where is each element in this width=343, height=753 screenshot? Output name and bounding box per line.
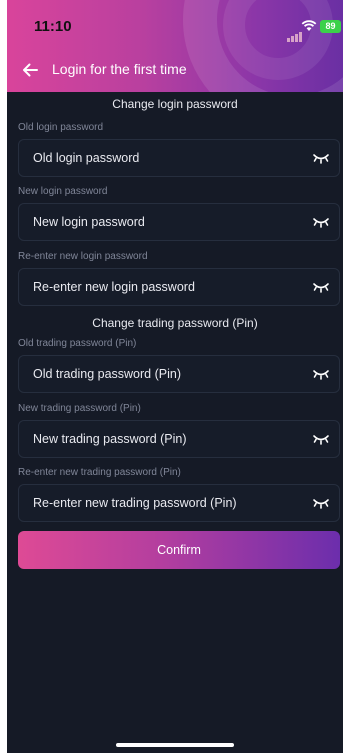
old-login-password-label: Old login password [18, 122, 104, 133]
reenter-trading-password-field [18, 484, 340, 522]
new-login-password-input[interactable] [19, 204, 339, 240]
reenter-login-password-field [18, 268, 340, 306]
new-trading-password-input[interactable] [19, 421, 339, 457]
reenter-trading-password-label: Re-enter new trading password (Pin) [18, 467, 181, 478]
reenter-login-password-label: Re-enter new login password [18, 251, 148, 262]
home-indicator[interactable] [116, 743, 234, 747]
page-title: Login for the first time [52, 61, 187, 77]
new-login-password-field [18, 203, 340, 241]
eye-closed-icon[interactable] [312, 432, 330, 446]
old-trading-password-field [18, 355, 340, 393]
nav-bar: Login for the first time [7, 55, 343, 85]
eye-closed-icon[interactable] [312, 151, 330, 165]
status-bar: 11:10 89 [7, 0, 343, 50]
new-login-password-label: New login password [18, 186, 108, 197]
eye-closed-icon[interactable] [312, 367, 330, 381]
arrow-left-icon[interactable] [19, 59, 41, 81]
eye-closed-icon[interactable] [312, 496, 330, 510]
new-trading-password-label: New trading password (Pin) [18, 403, 141, 414]
new-trading-password-field [18, 420, 340, 458]
status-time: 11:10 [34, 18, 72, 35]
screen: 11:10 89 Login for the first time Change… [7, 0, 343, 753]
wifi-icon [301, 19, 317, 37]
section-title-trading: Change trading password (Pin) [92, 316, 258, 330]
battery-indicator: 89 [320, 20, 341, 33]
old-trading-password-label: Old trading password (Pin) [18, 338, 137, 349]
old-login-password-input[interactable] [19, 140, 339, 176]
old-login-password-field [18, 139, 340, 177]
reenter-trading-password-input[interactable] [19, 485, 339, 521]
eye-closed-icon[interactable] [312, 280, 330, 294]
reenter-login-password-input[interactable] [19, 269, 339, 305]
confirm-button[interactable]: Confirm [18, 531, 340, 569]
header: 11:10 89 Login for the first time [7, 0, 343, 92]
section-title-login: Change login password [112, 97, 238, 111]
old-trading-password-input[interactable] [19, 356, 339, 392]
eye-closed-icon[interactable] [312, 215, 330, 229]
